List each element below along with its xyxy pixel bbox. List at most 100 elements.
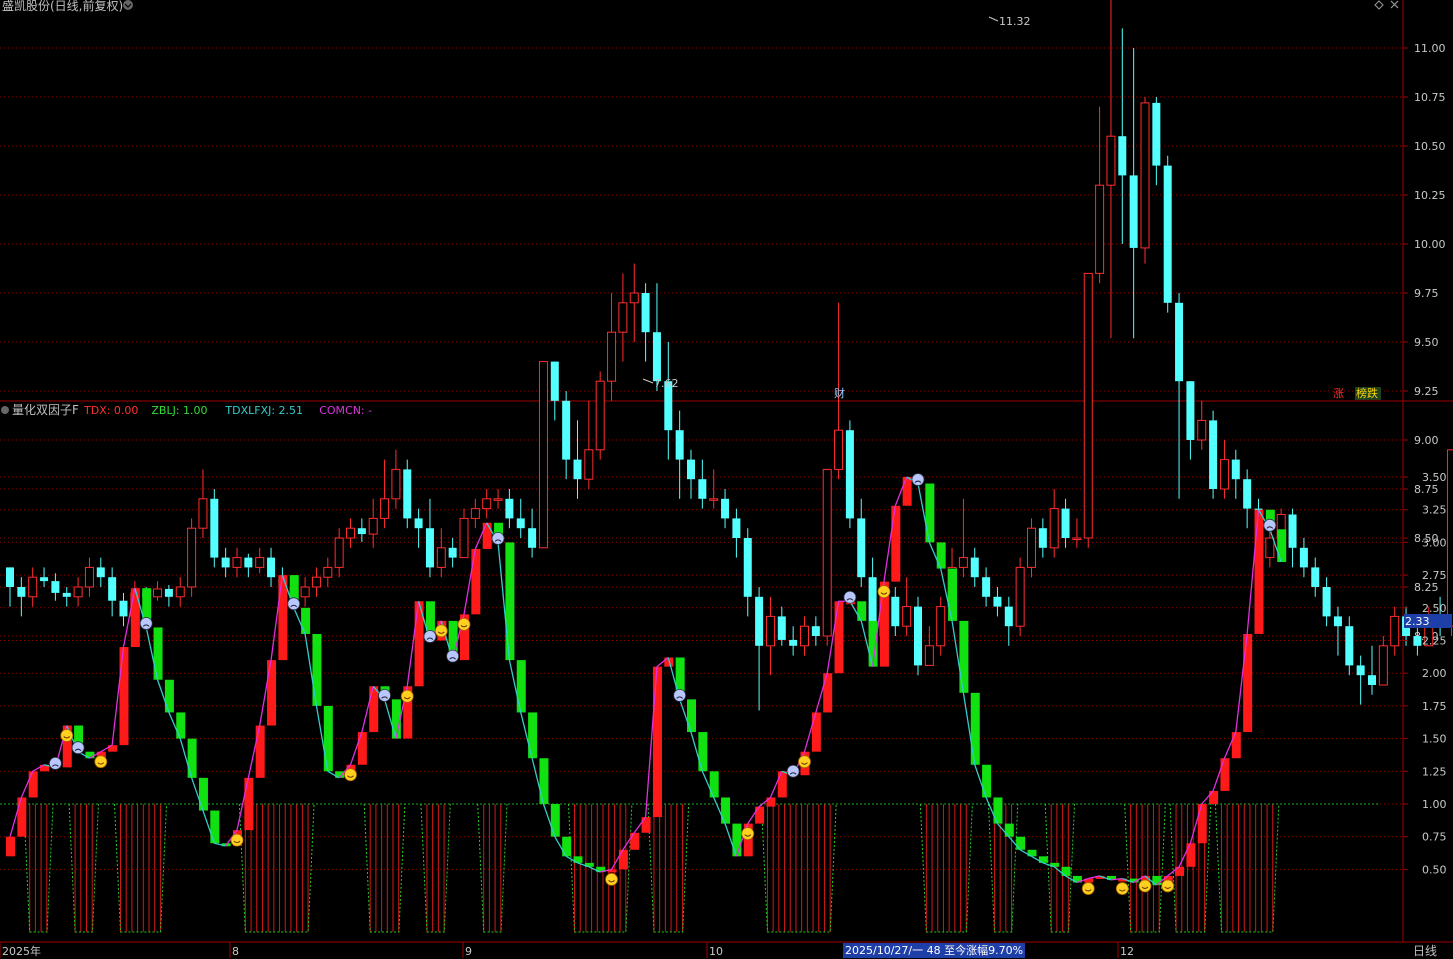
period-button[interactable]: 日线	[1413, 944, 1437, 958]
time-label: 12	[1120, 945, 1134, 958]
candle-body	[175, 586, 185, 598]
sell-signal-icon	[378, 688, 391, 702]
indicator-settings-icon[interactable]	[1, 406, 9, 414]
indicator-tick-label: 0.75	[1422, 831, 1447, 844]
candle-body	[255, 557, 265, 568]
indicator-bar	[925, 483, 935, 543]
indicator-bar	[255, 725, 265, 778]
indicator-bar	[6, 836, 15, 857]
indicator-bar	[857, 601, 867, 621]
candle-body	[914, 606, 922, 666]
candle-body	[607, 331, 617, 382]
candle-body	[732, 518, 741, 538]
indicator-bar	[539, 758, 549, 804]
candle-body	[958, 557, 968, 568]
candle-body	[687, 459, 695, 480]
candle-body	[595, 380, 605, 451]
buy-signal-icon	[1115, 882, 1129, 895]
candle-body	[119, 600, 128, 617]
candle-body	[516, 518, 525, 529]
candle-body	[800, 625, 809, 647]
indicator-bar	[278, 575, 288, 661]
buy-signal-icon	[741, 827, 755, 841]
candle-body	[425, 528, 434, 568]
candle-body	[391, 468, 401, 500]
buy-signal-icon	[877, 585, 891, 599]
candle	[403, 459, 412, 529]
candle-body	[1129, 175, 1138, 248]
price-tick-label: 8.75	[1414, 483, 1439, 496]
time-label: 2025年	[2, 944, 41, 958]
candle-body	[982, 577, 991, 597]
price-tick-label: 10.00	[1414, 238, 1446, 251]
candle-body	[1322, 587, 1331, 617]
sell-signal-icon	[71, 741, 85, 755]
indicator-name: 量化双因子F	[12, 403, 79, 417]
time-label: 9	[465, 945, 472, 958]
indicator-bar	[891, 505, 901, 582]
indicator-bar	[176, 712, 186, 739]
indicator-bar	[993, 797, 1003, 824]
indicator-bar	[721, 797, 731, 824]
indicator-bar	[119, 647, 129, 746]
indicator-bar	[982, 764, 992, 798]
indicator-bar	[1220, 758, 1230, 791]
candle-body	[334, 537, 344, 568]
candle-body	[1175, 302, 1184, 382]
candle-body	[550, 361, 559, 401]
price-tick-label: 9.25	[1414, 385, 1439, 398]
indicator-bar	[1277, 529, 1287, 563]
indicator-bar	[1197, 804, 1207, 844]
stock-chart[interactable]: 盛凯股份(日线,前复权) 11.00 10.75 10.50 10.25 10.00 9.…	[0, 0, 1453, 959]
sell-signal-icon	[911, 473, 925, 486]
limit-up-marker[interactable]: 涨	[1333, 387, 1344, 400]
indicator-bar	[562, 836, 572, 857]
indicator-bar	[1016, 836, 1026, 850]
indicator-tick-label: 1.25	[1422, 765, 1447, 778]
candle	[822, 468, 832, 646]
low-label: 7.62	[654, 377, 679, 390]
indicator-bar	[516, 660, 526, 713]
indicator-bar	[323, 705, 333, 772]
indicator-bar	[187, 738, 197, 778]
candle-body	[323, 566, 333, 578]
indicator-bar	[811, 712, 821, 752]
indicator-bar	[1231, 732, 1241, 759]
title-dropdown-icon[interactable]	[123, 0, 133, 10]
candle-body	[459, 517, 469, 559]
candle-body	[1061, 508, 1070, 538]
stock-title: 盛凯股份(日线,前复权)	[2, 0, 123, 13]
candle-body	[198, 498, 208, 529]
candle-body	[1186, 381, 1195, 440]
candle-body	[244, 557, 253, 568]
candle-body	[436, 547, 446, 568]
indicator-bar	[1254, 509, 1264, 634]
candle	[845, 420, 854, 529]
candle-body	[6, 567, 14, 587]
candle-body	[562, 400, 571, 460]
candle-body	[891, 596, 900, 627]
ranking-marker[interactable]: 榜跌	[1356, 386, 1378, 400]
sell-signal-icon	[423, 630, 437, 643]
candle-body	[1118, 136, 1127, 176]
candle-body	[721, 498, 730, 519]
candle-body	[743, 538, 752, 597]
indicator-tick-label: 1.75	[1422, 700, 1447, 713]
candle-body	[380, 498, 390, 519]
finance-marker[interactable]: 财	[834, 386, 845, 400]
buy-signal-icon	[798, 755, 811, 769]
indicator-bar	[528, 712, 538, 759]
indicator-bar	[28, 771, 38, 798]
candle-body	[970, 557, 979, 578]
indicator-tick-label: 3.25	[1422, 504, 1447, 517]
candle-body	[902, 606, 912, 627]
candle-body	[153, 588, 163, 598]
indicator-bar	[369, 686, 379, 733]
indicator-tick-label: 2.00	[1422, 667, 1447, 680]
candle-body	[1243, 479, 1252, 509]
indicator-bar	[698, 732, 708, 772]
candle-body	[187, 527, 197, 588]
indicator-bar	[687, 699, 696, 733]
indicator-bar	[267, 660, 277, 726]
candle-body	[232, 557, 242, 568]
